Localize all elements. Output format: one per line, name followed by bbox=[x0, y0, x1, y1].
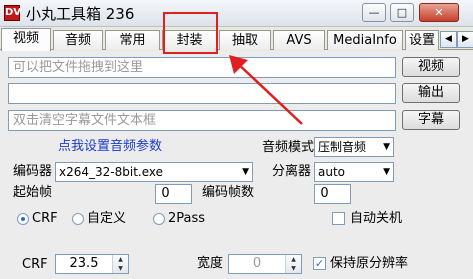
minimize-button[interactable]: — bbox=[362, 3, 386, 22]
keep-resolution-label[interactable]: 保持原分辨率 bbox=[330, 256, 408, 272]
subtitle-file-input[interactable]: 双击清空字幕文件文本框 bbox=[8, 110, 396, 131]
crf-label: CRF bbox=[22, 257, 48, 272]
tab-scroll-left-icon[interactable]: ◀ bbox=[440, 31, 457, 48]
output-button[interactable]: 输出 bbox=[402, 83, 460, 103]
tab-video[interactable]: 视频 bbox=[1, 28, 51, 51]
keep-resolution-checkbox[interactable]: ✓ bbox=[313, 257, 326, 270]
spin-arrows-icon[interactable]: ▲ ▼ bbox=[285, 255, 301, 273]
auto-shutdown-label[interactable]: 自动关机 bbox=[350, 211, 402, 227]
custom-radio[interactable] bbox=[72, 213, 84, 225]
tab-audio[interactable]: 音频 bbox=[53, 30, 103, 50]
window-title: 小丸工具箱 236 bbox=[26, 5, 135, 23]
audio-mode-label: 音频模式 bbox=[262, 140, 315, 155]
frame-count-value: 0 bbox=[320, 186, 329, 201]
crf-value: 23.5 bbox=[69, 256, 99, 271]
audio-mode-value: 压制音频 bbox=[318, 140, 367, 154]
tab-scroll-right-icon[interactable]: ▶ bbox=[457, 31, 473, 48]
frame-count-input[interactable]: 0 bbox=[314, 184, 351, 204]
audio-settings-link[interactable]: 点我设置音频参数 bbox=[58, 139, 162, 155]
splitter-value: auto bbox=[318, 165, 346, 179]
encoder-value: x264_32-8bit.exe bbox=[59, 165, 163, 179]
chevron-down-icon: ▼ bbox=[242, 167, 249, 177]
output-file-input[interactable] bbox=[8, 83, 396, 104]
subtitle-button[interactable]: 字幕 bbox=[402, 110, 460, 130]
video-button[interactable]: 视频 bbox=[402, 57, 460, 77]
tab-avs[interactable]: AVS bbox=[273, 30, 325, 50]
splitter-label: 分离器 bbox=[272, 164, 312, 179]
width-value: 0 bbox=[252, 256, 262, 271]
chevron-down-icon: ▼ bbox=[383, 142, 390, 152]
crf-value-input[interactable]: 23.5 ▲ ▼ bbox=[55, 254, 129, 274]
encoder-label: 编码器 bbox=[13, 164, 53, 179]
chevron-down-icon: ▼ bbox=[383, 167, 390, 177]
maximize-button[interactable]: □ bbox=[390, 3, 414, 22]
encoder-select[interactable]: x264_32-8bit.exe ▼ bbox=[55, 162, 253, 182]
tab-mediainfo[interactable]: MediaInfo bbox=[327, 30, 403, 50]
spin-arrows-icon[interactable]: ▲ ▼ bbox=[112, 255, 128, 273]
close-button[interactable]: ✕ bbox=[419, 3, 459, 22]
custom-radio-label[interactable]: 自定义 bbox=[87, 211, 126, 227]
video-file-input[interactable]: 可以把文件拖拽到这里 bbox=[8, 57, 396, 78]
start-frame-label: 起始帧 bbox=[13, 185, 53, 200]
2pass-radio-label[interactable]: 2Pass bbox=[168, 211, 205, 227]
start-frame-input[interactable]: 0 bbox=[155, 184, 192, 204]
crf-radio[interactable] bbox=[17, 213, 29, 225]
tab-common[interactable]: 常用 bbox=[105, 30, 160, 50]
width-label: 宽度 bbox=[197, 256, 224, 271]
app-icon: DV bbox=[4, 5, 21, 21]
tab-highlight-box bbox=[163, 12, 218, 54]
frame-count-label: 编码帧数 bbox=[202, 185, 255, 200]
tab-settings[interactable]: 设置 bbox=[405, 30, 439, 50]
crf-radio-label[interactable]: CRF bbox=[32, 211, 58, 227]
tab-extract[interactable]: 抽取 bbox=[219, 30, 271, 50]
2pass-radio[interactable] bbox=[153, 213, 165, 225]
width-input[interactable]: 0 ▲ ▼ bbox=[228, 254, 302, 274]
audio-mode-select[interactable]: 压制音频 ▼ bbox=[314, 137, 394, 157]
splitter-select[interactable]: auto ▼ bbox=[314, 162, 394, 182]
auto-shutdown-checkbox[interactable] bbox=[332, 212, 345, 225]
start-frame-value: 0 bbox=[161, 186, 170, 201]
annotation-arrow-icon bbox=[229, 55, 303, 125]
